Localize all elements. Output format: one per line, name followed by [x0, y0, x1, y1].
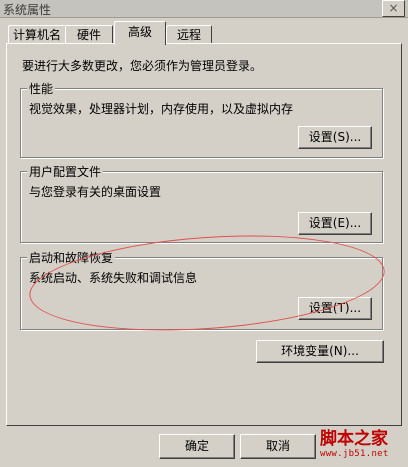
- title-bar: 系统属性 ×: [0, 0, 408, 18]
- environment-variables-button[interactable]: 环境变量(N)...: [256, 340, 384, 363]
- tab-label: 远程: [176, 28, 201, 42]
- window-title: 系统属性: [3, 3, 52, 17]
- startup-recovery-description: 系统启动、系统失败和调试信息: [29, 271, 198, 285]
- admin-notice: 要进行大多数更改，您必须作为管理员登录。: [22, 59, 263, 73]
- tab-remote[interactable]: 远程: [166, 25, 212, 44]
- close-button[interactable]: ×: [382, 0, 405, 17]
- user-profiles-title: 用户配置文件: [27, 163, 104, 180]
- performance-settings-button[interactable]: 设置(S)...: [298, 126, 372, 149]
- startup-recovery-title: 启动和故障恢复: [27, 249, 116, 266]
- watermark: 脚本之家 www.jb51.net: [320, 424, 389, 459]
- startup-recovery-settings-button[interactable]: 设置(T)...: [298, 297, 372, 320]
- user-profiles-settings-button[interactable]: 设置(E)...: [298, 212, 372, 235]
- ok-button[interactable]: 确定: [159, 434, 235, 459]
- tab-label: 计算机名: [12, 28, 61, 42]
- user-profiles-description: 与您登录有关的桌面设置: [29, 185, 162, 199]
- watermark-url: www.jb51.net: [320, 449, 389, 459]
- tab-advanced[interactable]: 高级: [114, 21, 166, 45]
- close-icon: ×: [388, 1, 399, 15]
- tab-hardware[interactable]: 硬件: [65, 25, 113, 44]
- tab-label: 硬件: [76, 28, 101, 42]
- performance-title: 性能: [27, 80, 56, 97]
- performance-description: 视觉效果，处理器计划，内存使用，以及虚拟内存: [29, 102, 294, 116]
- watermark-brand: 脚本之家: [320, 429, 388, 449]
- tab-computer-name[interactable]: 计算机名: [8, 25, 66, 44]
- cancel-button[interactable]: 取消: [240, 434, 316, 459]
- tab-label: 高级: [127, 25, 152, 39]
